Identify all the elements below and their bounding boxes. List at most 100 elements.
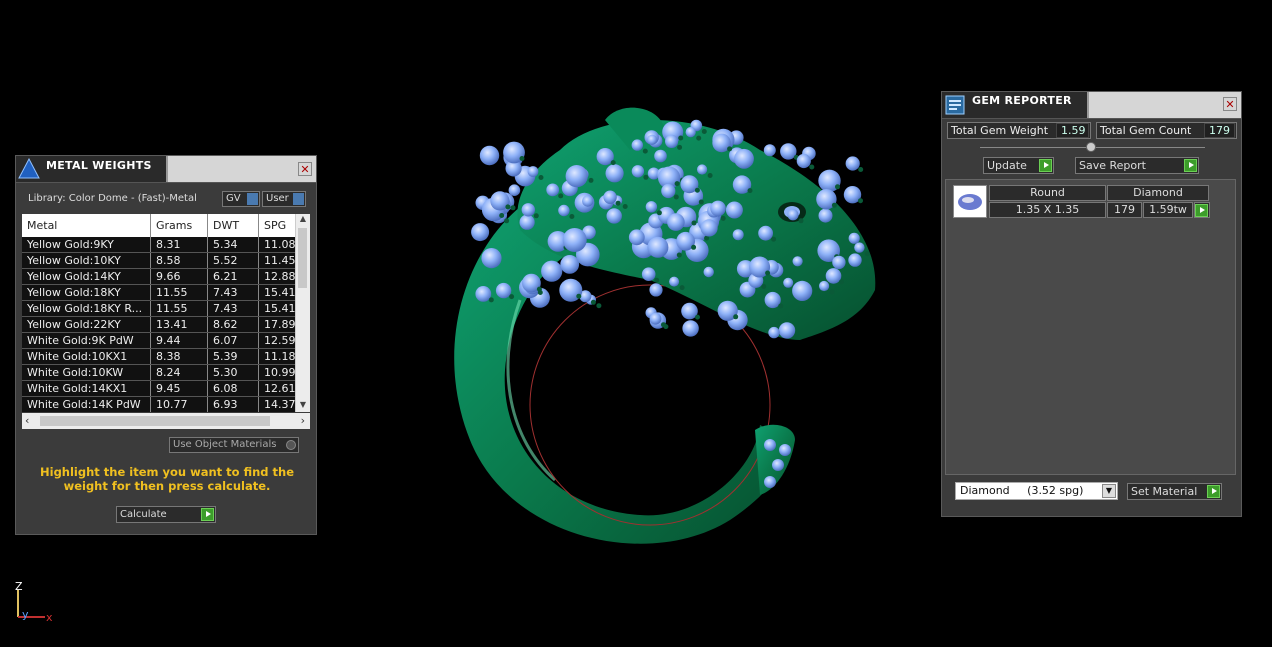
gem-stone: [495, 282, 512, 299]
total-gem-weight-value: 1.59: [1056, 123, 1089, 138]
material-select[interactable]: Diamond (3.52 spg) ▼: [955, 482, 1118, 500]
metal-weights-vscroll[interactable]: ▲ ▼: [295, 214, 310, 412]
metal-name-cell: White Gold:9K PdW: [22, 333, 151, 348]
gem-prong: [674, 181, 680, 187]
set-material-arrow-icon: [1207, 485, 1220, 498]
gem-row-select-button[interactable]: [1194, 202, 1210, 218]
table-row[interactable]: Yellow Gold:14KY 9.66 6.21 12.88: [22, 269, 310, 285]
gem-stone: [845, 156, 860, 171]
col-header-metal[interactable]: Metal: [22, 214, 151, 237]
metal-weights-hscroll[interactable]: ‹ ›: [22, 413, 310, 429]
table-row[interactable]: Yellow Gold:10KY 8.58 5.52 11.45: [22, 253, 310, 269]
gem-prong: [809, 164, 815, 170]
gem-prong: [778, 303, 784, 309]
total-gem-count-group: Total Gem Count 179: [1096, 122, 1237, 139]
gem-stone: [661, 183, 676, 199]
gem-prong: [569, 214, 575, 219]
table-row[interactable]: Yellow Gold:18KY 11.55 7.43 15.41: [22, 285, 310, 301]
dwt-cell: 6.21: [208, 269, 259, 284]
gem-prong: [864, 251, 870, 257]
gem-prong: [747, 188, 753, 194]
vscroll-thumb[interactable]: [298, 228, 307, 288]
gem-size-cell: 1.35 X 1.35: [989, 202, 1106, 218]
col-header-spg[interactable]: SPG: [259, 214, 296, 237]
gem-reporter-close-button[interactable]: ✕: [1223, 97, 1237, 111]
gem-prong: [519, 156, 525, 161]
gem-stone: [792, 280, 813, 301]
gem-prong: [673, 194, 679, 200]
update-arrow-icon: [1039, 159, 1052, 172]
gem-stone: [641, 267, 656, 282]
gem-prong: [536, 286, 542, 292]
col-header-grams[interactable]: Grams: [151, 214, 208, 237]
gem-prong: [504, 218, 510, 224]
gem-stone: [787, 209, 799, 221]
spg-cell: 10.99: [264, 366, 296, 379]
save-report-button[interactable]: Save Report: [1075, 157, 1199, 174]
gem-stone: [582, 195, 594, 207]
gem-row[interactable]: Round Diamond 1.35 X 1.35 179 1.59tw: [953, 185, 1210, 218]
metal-weights-titlebar[interactable]: METAL WEIGHTS ✕: [16, 156, 316, 183]
metal-weights-title-bar-fill: [166, 156, 316, 182]
gem-stone: [562, 228, 587, 252]
gem-stone: [645, 201, 658, 213]
gem-prong: [499, 213, 505, 218]
round-gem-thumbnail-icon: [953, 185, 987, 218]
gem-prong: [765, 270, 771, 276]
hscroll-left-icon[interactable]: ‹: [25, 414, 29, 427]
divider-handle-icon[interactable]: [1086, 142, 1096, 152]
metal-weights-table: Metal Grams DWT SPG Yellow Gold:9KY 8.31 5…: [22, 214, 310, 412]
gem-stone: [825, 268, 842, 284]
gem-prong: [829, 289, 835, 295]
gem-prong: [610, 160, 616, 166]
gem-prong: [695, 314, 700, 320]
gem-stone: [819, 280, 830, 292]
update-button[interactable]: Update: [983, 157, 1054, 174]
gem-stone: [565, 165, 588, 188]
metal-weights-close-button[interactable]: ✕: [298, 162, 312, 176]
use-object-materials-toggle[interactable]: Use Object Materials: [169, 437, 299, 453]
gem-stone: [647, 236, 669, 258]
gem-stone: [703, 266, 714, 278]
gem-stone: [792, 256, 803, 267]
hscroll-thumb[interactable]: [40, 416, 270, 426]
table-row[interactable]: White Gold:9K PdW 9.44 6.07 12.59: [22, 333, 310, 349]
gem-prong: [831, 202, 837, 208]
gem-prong: [720, 215, 726, 221]
gem-stone: [682, 320, 699, 337]
material-select-value: Diamond (3.52 spg): [960, 484, 1084, 497]
table-row[interactable]: Yellow Gold:18KY R... 11.55 7.43 15.41: [22, 301, 310, 317]
vscroll-down-icon[interactable]: ▼: [296, 400, 310, 412]
metal-weights-header: Metal Grams DWT SPG: [22, 214, 310, 237]
gem-prong: [661, 322, 666, 328]
vscroll-up-icon[interactable]: ▲: [296, 214, 310, 226]
table-row[interactable]: White Gold:14KX1 9.45 6.08 12.61: [22, 381, 310, 397]
divider-slider[interactable]: [980, 142, 1205, 152]
gem-stone: [631, 165, 645, 178]
hscroll-right-icon[interactable]: ›: [301, 414, 305, 427]
table-row[interactable]: White Gold:14K PdW 10.77 6.93 14.37: [22, 397, 310, 412]
chevron-down-icon[interactable]: ▼: [1102, 484, 1116, 498]
gem-stone: [471, 223, 490, 242]
gem-shape-header: Round: [989, 185, 1106, 201]
dwt-cell: 8.62: [208, 317, 259, 332]
gem-prong: [622, 204, 628, 209]
gem-reporter-titlebar[interactable]: GEM REPORTER ✕: [942, 92, 1241, 119]
gem-prong: [727, 146, 733, 152]
gv-toggle[interactable]: GV: [222, 191, 260, 207]
col-header-dwt[interactable]: DWT: [208, 214, 259, 237]
table-row[interactable]: Yellow Gold:22KY 13.41 8.62 17.89: [22, 317, 310, 333]
calculate-button[interactable]: Calculate: [116, 506, 216, 523]
metal-name-cell: Yellow Gold:10KY: [22, 253, 151, 268]
gem-prong: [488, 297, 494, 303]
table-row[interactable]: White Gold:10KW 8.24 5.30 10.99: [22, 365, 310, 381]
gem-stone: [631, 139, 643, 151]
table-row[interactable]: White Gold:10KX1 8.38 5.39 11.18: [22, 349, 310, 365]
set-material-button[interactable]: Set Material: [1127, 483, 1222, 500]
gem-stone: [647, 134, 658, 145]
dwt-cell: 5.39: [208, 349, 259, 364]
gem-prong: [691, 220, 697, 226]
user-toggle[interactable]: User: [262, 191, 306, 207]
gem-stone: [475, 286, 492, 302]
table-row[interactable]: Yellow Gold:9KY 8.31 5.34 11.08: [22, 237, 310, 253]
